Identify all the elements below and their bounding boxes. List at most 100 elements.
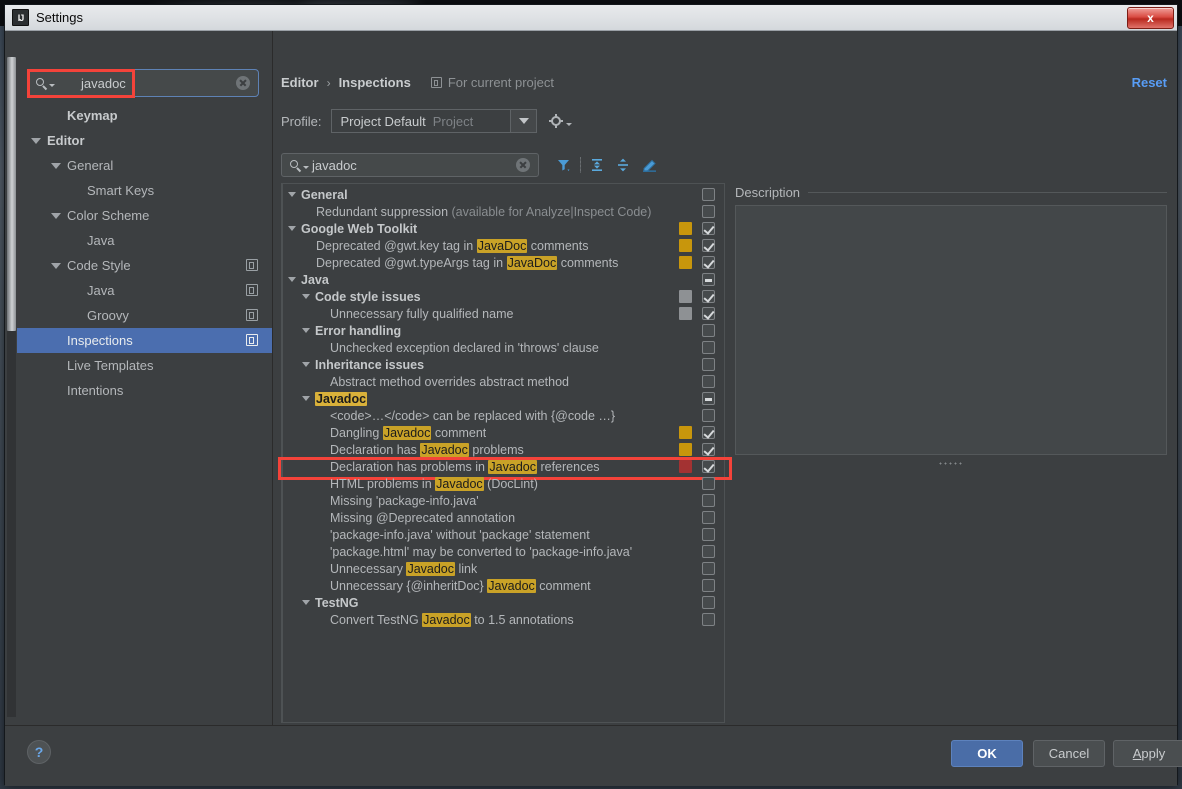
inspection-row[interactable]: 'package.html' may be converted to 'pack… bbox=[282, 543, 724, 560]
sidebar-item-intentions[interactable]: Intentions bbox=[17, 378, 272, 403]
inspection-checkbox[interactable] bbox=[702, 222, 715, 235]
inspection-checkbox[interactable] bbox=[702, 375, 715, 388]
clear-search-icon[interactable] bbox=[236, 76, 250, 90]
inspection-row[interactable]: Deprecated @gwt.key tag in JavaDoc comme… bbox=[282, 237, 724, 254]
inspection-row[interactable]: Declaration has problems in Javadoc refe… bbox=[282, 458, 724, 475]
inspection-row[interactable]: Code style issues bbox=[282, 288, 724, 305]
apply-button[interactable]: Apply bbox=[1113, 740, 1182, 767]
inspection-checkbox[interactable] bbox=[702, 477, 715, 490]
breadcrumb-parent[interactable]: Editor bbox=[281, 75, 319, 90]
severity-swatch-warning[interactable] bbox=[679, 443, 692, 456]
cancel-button[interactable]: Cancel bbox=[1033, 740, 1105, 767]
inspection-checkbox[interactable] bbox=[702, 239, 715, 252]
severity-swatch-typo[interactable] bbox=[679, 307, 692, 320]
chevron-down-icon[interactable] bbox=[51, 163, 61, 169]
inspection-row[interactable]: <code>…</code> can be replaced with {@co… bbox=[282, 407, 724, 424]
inspection-row[interactable]: Missing 'package-info.java' bbox=[282, 492, 724, 509]
inspection-row[interactable]: General bbox=[282, 186, 724, 203]
chevron-down-icon[interactable] bbox=[302, 362, 310, 367]
inspection-checkbox[interactable] bbox=[702, 392, 715, 405]
inspection-checkbox[interactable] bbox=[702, 358, 715, 371]
sidebar-item-editor[interactable]: Editor bbox=[17, 128, 272, 153]
chevron-down-icon[interactable] bbox=[302, 328, 310, 333]
inspection-row[interactable]: Declaration has Javadoc problems bbox=[282, 441, 724, 458]
chevron-down-icon[interactable] bbox=[302, 600, 310, 605]
inspection-row[interactable]: HTML problems in Javadoc (DocLint) bbox=[282, 475, 724, 492]
inspection-row[interactable]: Unnecessary Javadoc link bbox=[282, 560, 724, 577]
ok-button[interactable]: OK bbox=[951, 740, 1023, 767]
sidebar-item-java[interactable]: Java bbox=[17, 228, 272, 253]
inspection-row[interactable]: Error handling bbox=[282, 322, 724, 339]
inspection-checkbox[interactable] bbox=[702, 341, 715, 354]
clear-filter-icon[interactable] bbox=[516, 158, 530, 172]
inspection-row[interactable]: Java bbox=[282, 271, 724, 288]
collapse-all-icon[interactable] bbox=[610, 153, 636, 177]
severity-swatch-typo[interactable] bbox=[679, 290, 692, 303]
chevron-down-icon[interactable] bbox=[288, 226, 296, 231]
profile-dropdown-arrow-icon[interactable] bbox=[511, 109, 537, 133]
inspection-list[interactable]: GeneralRedundant suppression (available … bbox=[281, 183, 725, 723]
settings-search-input[interactable]: javadoc bbox=[27, 69, 259, 97]
chevron-down-icon[interactable] bbox=[288, 192, 296, 197]
chevron-down-icon[interactable] bbox=[302, 294, 310, 299]
inspection-checkbox[interactable] bbox=[702, 511, 715, 524]
inspection-checkbox[interactable] bbox=[702, 188, 715, 201]
profile-settings-button[interactable] bbox=[549, 114, 572, 128]
profile-select[interactable]: Project Default Project bbox=[331, 109, 511, 133]
sidebar-item-keymap[interactable]: Keymap bbox=[17, 103, 272, 128]
inspection-checkbox[interactable] bbox=[702, 256, 715, 269]
severity-swatch-warning[interactable] bbox=[679, 256, 692, 269]
chevron-down-icon[interactable] bbox=[31, 138, 41, 144]
inspection-row[interactable]: Convert TestNG Javadoc to 1.5 annotation… bbox=[282, 611, 724, 628]
inspection-checkbox[interactable] bbox=[702, 409, 715, 422]
inspection-checkbox[interactable] bbox=[702, 426, 715, 439]
inspection-checkbox[interactable] bbox=[702, 579, 715, 592]
chevron-down-icon[interactable] bbox=[288, 277, 296, 282]
inspection-checkbox[interactable] bbox=[702, 290, 715, 303]
inspection-checkbox[interactable] bbox=[702, 545, 715, 558]
inspection-row[interactable]: Deprecated @gwt.typeArgs tag in JavaDoc … bbox=[282, 254, 724, 271]
inspection-checkbox[interactable] bbox=[702, 460, 715, 473]
sidebar-item-inspections[interactable]: Inspections bbox=[17, 328, 272, 353]
sidebar-item-groovy[interactable]: Groovy bbox=[17, 303, 272, 328]
inspection-row[interactable]: TestNG bbox=[282, 594, 724, 611]
severity-swatch-warning[interactable] bbox=[679, 239, 692, 252]
sidebar-item-smart-keys[interactable]: Smart Keys bbox=[17, 178, 272, 203]
chevron-down-icon[interactable] bbox=[302, 396, 310, 401]
chevron-down-icon[interactable] bbox=[51, 213, 61, 219]
inspection-row[interactable]: Abstract method overrides abstract metho… bbox=[282, 373, 724, 390]
inspection-row[interactable]: Inheritance issues bbox=[282, 356, 724, 373]
filter-icon[interactable] bbox=[551, 153, 577, 177]
inspection-row[interactable]: Unnecessary fully qualified name bbox=[282, 305, 724, 322]
inspection-row[interactable]: Dangling Javadoc comment bbox=[282, 424, 724, 441]
inspection-row[interactable]: Missing @Deprecated annotation bbox=[282, 509, 724, 526]
sidebar-scrollbar[interactable] bbox=[7, 57, 16, 717]
reset-to-defaults-icon[interactable] bbox=[636, 153, 662, 177]
inspection-checkbox[interactable] bbox=[702, 596, 715, 609]
search-options-caret-icon[interactable] bbox=[303, 166, 309, 169]
expand-all-icon[interactable] bbox=[584, 153, 610, 177]
severity-swatch-error[interactable] bbox=[679, 460, 692, 473]
inspection-row[interactable]: Redundant suppression (available for Ana… bbox=[282, 203, 724, 220]
close-button[interactable]: x bbox=[1127, 7, 1174, 29]
sidebar-item-live-templates[interactable]: Live Templates bbox=[17, 353, 272, 378]
sidebar-item-java[interactable]: Java bbox=[17, 278, 272, 303]
sidebar-item-general[interactable]: General bbox=[17, 153, 272, 178]
inspection-checkbox[interactable] bbox=[702, 562, 715, 575]
inspection-row[interactable]: 'package-info.java' without 'package' st… bbox=[282, 526, 724, 543]
reset-link[interactable]: Reset bbox=[1132, 75, 1167, 90]
inspection-checkbox[interactable] bbox=[702, 443, 715, 456]
sidebar-item-color-scheme[interactable]: Color Scheme bbox=[17, 203, 272, 228]
inspection-checkbox[interactable] bbox=[702, 613, 715, 626]
sidebar-item-code-style[interactable]: Code Style bbox=[17, 253, 272, 278]
inspection-checkbox[interactable] bbox=[702, 528, 715, 541]
inspection-checkbox[interactable] bbox=[702, 494, 715, 507]
severity-swatch-warning[interactable] bbox=[679, 222, 692, 235]
inspection-row[interactable]: Google Web Toolkit bbox=[282, 220, 724, 237]
severity-swatch-warning[interactable] bbox=[679, 426, 692, 439]
inspection-row[interactable]: Unchecked exception declared in 'throws'… bbox=[282, 339, 724, 356]
inspection-row[interactable]: Unnecessary {@inheritDoc} Javadoc commen… bbox=[282, 577, 724, 594]
sidebar-scrollbar-thumb[interactable] bbox=[7, 57, 16, 331]
inspection-checkbox[interactable] bbox=[702, 205, 715, 218]
inspection-checkbox[interactable] bbox=[702, 273, 715, 286]
